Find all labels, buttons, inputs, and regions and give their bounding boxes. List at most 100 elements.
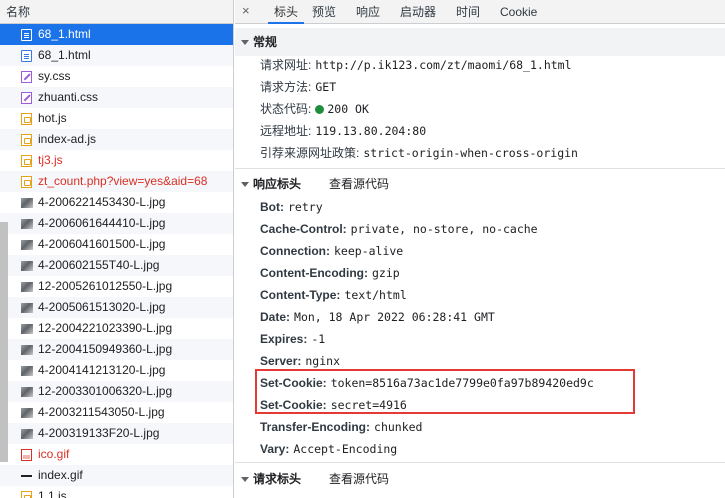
general-value: GET [315,80,337,94]
details-tab-bar: × 标头 预览 响应 启动器 时间 Cookie [235,0,725,24]
header-value: gzip [371,266,400,280]
tab-headers[interactable]: 标头 [268,0,304,24]
request-row[interactable]: 4-2006221453430-L.jpg [0,192,233,213]
header-value: -1 [311,332,326,346]
response-header-row: Content-Encoding: gzip [260,262,400,284]
script-icon [21,155,32,167]
close-icon[interactable]: × [242,3,250,18]
request-row[interactable]: hot.js [0,108,233,129]
header-value: keep-alive [334,244,404,258]
general-key: 远程地址: [260,124,312,138]
request-list-scrollbar[interactable] [0,222,8,462]
request-name: 12-2005261012550-L.jpg [38,279,173,293]
request-row[interactable]: index-ad.js [0,129,233,150]
request-headers-title: 请求标头 [253,472,302,486]
header-key: Connection: [260,244,330,258]
header-value: text/html [344,288,407,302]
image-icon [21,261,33,271]
request-list: 68_1.html 68_1.html sy.css zhuanti.css hot.j… [0,24,233,498]
image-icon [21,366,33,376]
request-row[interactable]: tj3.js [0,150,233,171]
request-row[interactable]: 4-2006061644410-L.jpg [0,213,233,234]
request-row[interactable]: 4-200319133F20-L.jpg [0,423,233,444]
request-row[interactable]: 4-2006041601500-L.jpg [0,234,233,255]
collapse-triangle-icon [241,182,249,187]
response-header-row: Connection: keep-alive [260,240,403,262]
general-key: 请求网址: [260,58,312,72]
tab-preview[interactable]: 预览 [312,0,336,24]
image-icon [21,449,32,461]
request-details-panel: × 标头 预览 响应 启动器 时间 Cookie 常规 请求网址: http://… [235,0,725,498]
tab-initiator[interactable]: 启动器 [400,0,436,24]
script-icon [21,134,32,146]
document-icon [21,176,32,188]
document-icon [21,29,32,41]
header-key: Expires: [260,332,308,346]
request-name: 4-2003211543050-L.jpg [38,405,165,419]
request-row[interactable]: 12-2005261012550-L.jpg [0,276,233,297]
general-value: http://p.ik123.com/zt/maomi/68_1.html [315,58,572,72]
header-key: Cache-Control: [260,222,347,236]
request-row[interactable]: 12-2004150949360-L.jpg [0,339,233,360]
request-row[interactable]: 1.1.js [0,486,233,498]
request-row[interactable]: 4-200602155T40-L.jpg [0,255,233,276]
response-header-row: Vary: Accept-Encoding [260,438,397,460]
header-key: Content-Encoding: [260,266,368,280]
general-key: 状态代码: [260,102,312,116]
response-header-row: Content-Type: text/html [260,284,407,306]
request-name: 4-2006221453430-L.jpg [38,195,166,209]
section-divider [235,168,725,169]
general-key: 请求方法: [260,80,312,94]
response-header-row: Cache-Control: private, no-store, no-cach… [260,218,538,240]
image-icon [21,387,33,397]
image-icon [21,345,33,355]
request-row[interactable]: 68_1.html [0,45,233,66]
general-section-title: 常规 [253,35,278,49]
header-key: Server: [260,354,302,368]
request-name: 4-2004141213120-L.jpg [38,363,166,377]
request-name: zt_count.php?view=yes&aid=68 [38,174,208,188]
request-name: 1.1.js [38,489,67,498]
status-ok-icon [315,105,325,114]
view-source-link[interactable]: 查看源代码 [329,465,389,493]
script-icon [21,113,32,125]
image-icon [21,303,33,313]
header-value: nginx [305,354,340,368]
response-header-row: Bot: retry [260,196,323,218]
request-row[interactable]: zhuanti.css [0,87,233,108]
response-headers-title: 响应标头 [253,177,302,191]
general-section-header[interactable]: 常规 [235,28,725,56]
general-row: 引荐来源网址政策: strict-origin-when-cross-origin [260,142,578,164]
request-row[interactable]: 68_1.html [0,24,233,45]
request-name: hot.js [38,111,67,125]
request-row[interactable]: 12-2003301006320-L.jpg [0,381,233,402]
request-row[interactable]: ico.gif [0,444,233,465]
request-name: 4-2006061644410-L.jpg [38,216,166,230]
image-icon [21,408,33,418]
header-key: Transfer-Encoding: [260,420,371,434]
name-column-header[interactable]: 名称 [0,0,233,24]
request-row[interactable]: 4-2003211543050-L.jpg [0,402,233,423]
request-row[interactable]: 4-2004141213120-L.jpg [0,360,233,381]
request-row[interactable]: sy.css [0,66,233,87]
general-value: 200 OK [327,102,369,116]
set-cookie-highlight-box [255,369,635,414]
view-source-link[interactable]: 查看源代码 [329,170,389,198]
tab-cookie[interactable]: Cookie [500,0,537,24]
tab-response[interactable]: 响应 [356,0,380,24]
request-row[interactable]: 12-2004221023390-L.jpg [0,318,233,339]
request-headers-section-header[interactable]: 请求标头 查看源代码 [235,465,725,493]
script-icon [21,491,32,498]
image-icon [21,219,33,229]
stylesheet-icon [21,92,32,104]
request-name: ico.gif [38,447,70,461]
request-row[interactable]: index.gif [0,465,233,486]
image-icon [21,240,33,250]
response-headers-section-header[interactable]: 响应标头 查看源代码 [235,170,725,198]
image-icon [21,198,33,208]
tab-timing[interactable]: 时间 [456,0,480,24]
request-row[interactable]: zt_count.php?view=yes&aid=68 [0,171,233,192]
header-value: Mon, 18 Apr 2022 06:28:41 GMT [294,310,495,324]
request-row[interactable]: 4-2005061513020-L.jpg [0,297,233,318]
general-value: 119.13.80.204:80 [315,124,427,138]
